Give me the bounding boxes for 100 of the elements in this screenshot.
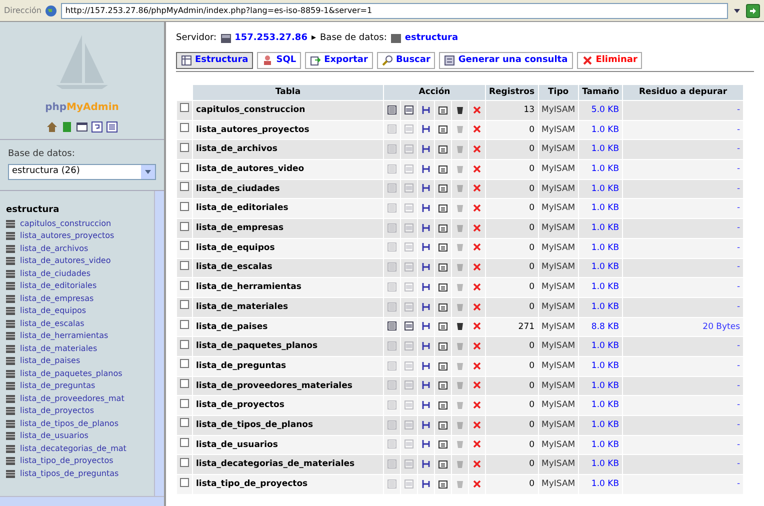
table-icon[interactable] bbox=[6, 244, 15, 253]
go-button[interactable] bbox=[746, 4, 760, 18]
insert-icon[interactable] bbox=[421, 360, 431, 371]
server-link[interactable]: 157.253.27.86 bbox=[234, 32, 308, 46]
properties-icon[interactable] bbox=[438, 222, 448, 233]
table-link[interactable]: lista_de_proveedores_mat bbox=[20, 392, 124, 405]
query-window-icon[interactable] bbox=[76, 121, 88, 133]
properties-icon[interactable] bbox=[438, 282, 448, 292]
size-link[interactable]: 1.0 KB bbox=[579, 416, 622, 435]
size-link[interactable]: 1.0 KB bbox=[579, 278, 622, 297]
size-link[interactable]: 1.0 KB bbox=[579, 140, 622, 160]
properties-icon[interactable] bbox=[438, 360, 448, 371]
table-icon[interactable] bbox=[6, 407, 15, 416]
insert-icon[interactable] bbox=[421, 478, 431, 489]
delete-icon[interactable] bbox=[472, 222, 482, 233]
row-checkbox[interactable] bbox=[180, 458, 189, 467]
delete-icon[interactable] bbox=[472, 380, 482, 390]
scrollbar[interactable] bbox=[154, 190, 164, 496]
size-link[interactable]: 1.0 KB bbox=[579, 238, 622, 258]
insert-icon[interactable] bbox=[421, 242, 431, 252]
delete-icon[interactable] bbox=[472, 302, 482, 312]
insert-icon[interactable] bbox=[421, 222, 431, 233]
properties-icon[interactable] bbox=[438, 439, 448, 450]
row-checkbox[interactable] bbox=[180, 300, 189, 310]
row-checkbox[interactable] bbox=[180, 359, 189, 368]
delete-icon[interactable] bbox=[472, 340, 482, 351]
size-link[interactable]: 1.0 KB bbox=[579, 396, 622, 415]
table-icon[interactable] bbox=[6, 270, 15, 278]
properties-icon[interactable] bbox=[438, 302, 448, 312]
size-link[interactable]: 1.0 KB bbox=[579, 337, 622, 356]
select-icon[interactable] bbox=[404, 104, 414, 115]
table-icon[interactable] bbox=[6, 370, 15, 378]
scrollbar[interactable] bbox=[0, 496, 164, 506]
size-link[interactable]: 1.0 KB bbox=[579, 258, 622, 278]
row-checkbox[interactable] bbox=[180, 142, 189, 152]
insert-icon[interactable] bbox=[421, 459, 431, 470]
row-checkbox[interactable] bbox=[180, 340, 189, 349]
insert-icon[interactable] bbox=[421, 282, 431, 292]
row-checkbox[interactable] bbox=[180, 438, 189, 448]
row-checkbox[interactable] bbox=[180, 162, 189, 172]
table-icon[interactable] bbox=[6, 444, 15, 453]
table-link[interactable]: lista_de_preguntas bbox=[20, 380, 96, 392]
delete-icon[interactable] bbox=[472, 164, 482, 174]
empty-icon[interactable] bbox=[455, 104, 465, 115]
database-heading[interactable]: estructura bbox=[6, 204, 154, 216]
row-checkbox[interactable] bbox=[180, 478, 189, 487]
browse-icon[interactable] bbox=[387, 104, 397, 115]
table-icon[interactable] bbox=[6, 220, 15, 228]
delete-icon[interactable] bbox=[472, 262, 482, 272]
table-link[interactable]: lista_de_equipos bbox=[20, 305, 86, 318]
size-link[interactable]: 1.0 KB bbox=[579, 180, 622, 198]
tab[interactable]: Eliminar bbox=[576, 52, 642, 69]
row-checkbox[interactable] bbox=[180, 202, 189, 211]
row-checkbox[interactable] bbox=[180, 103, 189, 112]
table-link[interactable]: lista_autores_proyectos bbox=[20, 230, 114, 242]
properties-icon[interactable] bbox=[438, 124, 448, 134]
table-icon[interactable] bbox=[6, 420, 15, 428]
database-select[interactable]: estructura (26) bbox=[8, 164, 156, 180]
address-field[interactable]: http://157.253.27.86/phpMyAdmin/index.php?lang=es-iso-8859-1&server=1 bbox=[61, 2, 728, 18]
table-icon[interactable] bbox=[6, 232, 15, 240]
table-link[interactable]: capitulos_construccion bbox=[20, 218, 112, 230]
row-checkbox[interactable] bbox=[180, 222, 189, 231]
insert-icon[interactable] bbox=[421, 340, 431, 351]
delete-icon[interactable] bbox=[472, 104, 482, 115]
table-icon[interactable] bbox=[6, 357, 15, 366]
size-link[interactable]: 1.0 KB bbox=[579, 475, 622, 494]
properties-icon[interactable] bbox=[438, 420, 448, 430]
delete-icon[interactable] bbox=[472, 420, 482, 430]
size-link[interactable]: 8.8 KB bbox=[579, 318, 622, 336]
properties-icon[interactable] bbox=[438, 203, 448, 214]
delete-icon[interactable] bbox=[472, 282, 482, 292]
size-link[interactable]: 5.0 KB bbox=[579, 101, 622, 120]
size-link[interactable]: 1.0 KB bbox=[579, 199, 622, 218]
row-checkbox[interactable] bbox=[180, 379, 189, 388]
delete-icon[interactable] bbox=[472, 144, 482, 154]
table-link[interactable]: lista_de_editoriales bbox=[20, 280, 97, 292]
tab[interactable]: Estructura bbox=[176, 52, 254, 69]
row-checkbox[interactable] bbox=[180, 123, 189, 132]
browse-icon[interactable] bbox=[387, 321, 397, 332]
table-link[interactable]: lista_de_archivos bbox=[20, 242, 88, 255]
row-checkbox[interactable] bbox=[180, 418, 189, 428]
properties-icon[interactable] bbox=[438, 144, 448, 154]
properties-icon[interactable] bbox=[438, 242, 448, 252]
tab[interactable]: Exportar bbox=[305, 52, 373, 69]
properties-icon[interactable] bbox=[438, 380, 448, 390]
table-icon[interactable] bbox=[6, 320, 15, 328]
table-link[interactable]: lista_de_escalas bbox=[20, 318, 84, 330]
delete-icon[interactable] bbox=[472, 478, 482, 489]
delete-icon[interactable] bbox=[472, 124, 482, 134]
insert-icon[interactable] bbox=[421, 302, 431, 312]
insert-icon[interactable] bbox=[421, 164, 431, 174]
delete-icon[interactable] bbox=[472, 242, 482, 252]
docs-icon[interactable] bbox=[106, 121, 118, 133]
table-icon[interactable] bbox=[6, 432, 15, 440]
size-link[interactable]: 1.0 KB bbox=[579, 436, 622, 454]
delete-icon[interactable] bbox=[472, 400, 482, 410]
table-link[interactable]: lista_de_paquetes_planos bbox=[20, 368, 122, 380]
insert-icon[interactable] bbox=[421, 203, 431, 214]
insert-icon[interactable] bbox=[421, 124, 431, 134]
table-link[interactable]: lista_decategorias_de_mat bbox=[20, 442, 126, 455]
